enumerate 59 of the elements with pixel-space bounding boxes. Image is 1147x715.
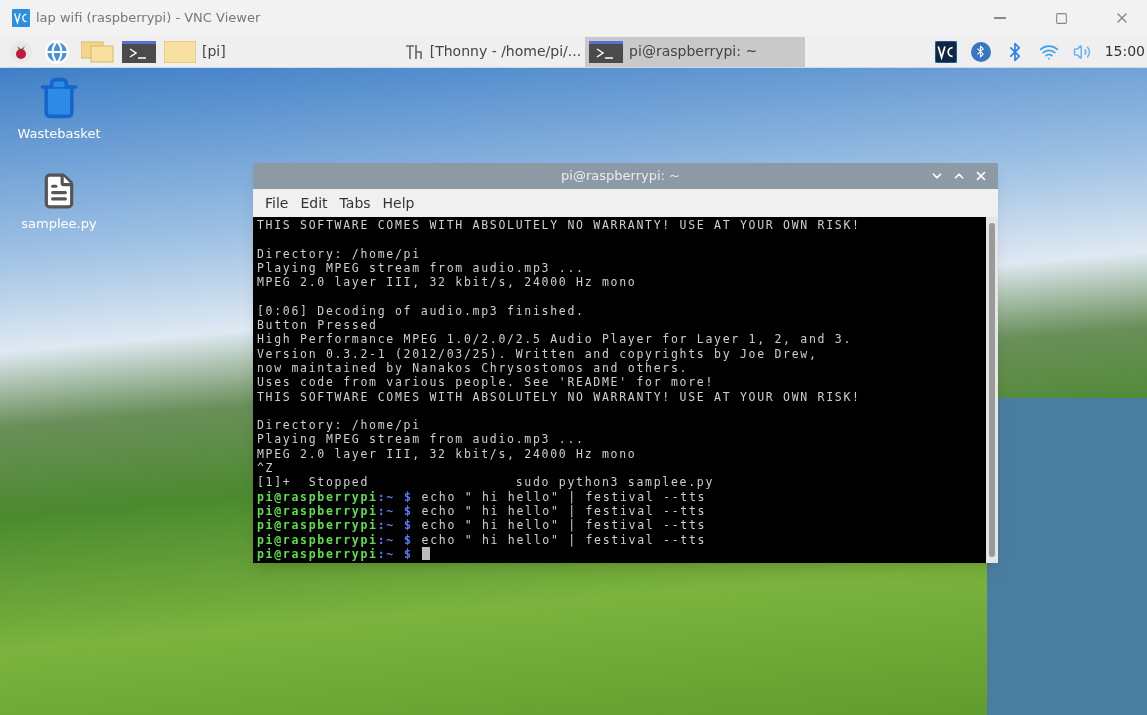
command-text: echo " hi hello" | festival --tts <box>421 489 707 504</box>
prompt-symbol: $ <box>404 532 413 547</box>
output-line: ^Z <box>257 461 275 476</box>
menu-item[interactable]: Help <box>378 192 419 214</box>
window-title: lap wifi (raspberrypi) - VNC Viewer <box>36 9 261 28</box>
menu-item[interactable]: Tabs <box>335 192 375 214</box>
prompt-path: :~ <box>377 532 395 547</box>
menu-item[interactable]: Edit <box>296 192 332 214</box>
text-cursor <box>421 546 430 560</box>
prompt-path: :~ <box>377 518 395 533</box>
output-line: Directory: /home/pi <box>257 418 421 433</box>
output-line: Uses code from various people. See 'README' for more! <box>257 375 715 390</box>
output-line: Directory: /home/pi <box>257 246 421 261</box>
prompt-path: :~ <box>377 546 395 562</box>
prompt-user: pi@raspberrypi <box>257 489 378 504</box>
output-line: now maintained by Nanakos Chrysostomos and others. <box>257 360 689 375</box>
output-line: THIS SOFTWARE COMES WITH ABSOLUTELY NO WARRANTY! USE AT YOUR OWN RISK! <box>257 389 861 404</box>
prompt-user: pi@raspberrypi <box>257 503 378 519</box>
output-line: [0:06] Decoding of audio.mp3 finished. <box>257 303 585 318</box>
output-line: MPEG 2.0 layer III, 32 kbit/s, 24000 Hz mono <box>257 275 637 290</box>
folder-icon <box>164 40 196 63</box>
raspberry-icon <box>9 39 33 64</box>
prompt-symbol: $ <box>404 489 413 504</box>
terminal-title: pi@raspberrypi: ~ <box>561 167 680 186</box>
output-line: [1]+ Stopped sudo python3 samplee.py <box>257 475 715 490</box>
prompt-user: pi@raspberrypi <box>257 532 378 547</box>
clock[interactable]: 15:00 <box>1104 41 1145 62</box>
menu-item[interactable]: File <box>261 192 293 214</box>
volume-icon[interactable] <box>1072 42 1091 61</box>
output-line: Playing MPEG stream from audio.mp3 ... <box>257 260 585 275</box>
maximize-icon <box>1054 11 1068 25</box>
prompt-path: :~ <box>377 489 395 504</box>
vnc-logo-icon <box>12 9 30 27</box>
prompt-user: pi@raspberrypi <box>257 518 378 533</box>
prompt-path: :~ <box>377 503 395 519</box>
command-text: echo " hi hello" | festival --tts <box>421 532 707 547</box>
command-text: echo " hi hello" | festival --tts <box>421 503 707 519</box>
task-button[interactable]: pi@raspberrypi: ~ <box>585 36 806 67</box>
thonny-icon <box>403 42 424 61</box>
command-text: echo " hi hello" | festival --tts <box>421 518 707 533</box>
prompt-symbol: $ <box>404 518 413 533</box>
output-line: THIS SOFTWARE COMES WITH ABSOLUTELY NO WARRANTY! USE AT YOUR OWN RISK! <box>257 218 861 232</box>
prompt-symbol: $ <box>404 503 413 519</box>
vnc-logo-icon <box>934 40 957 63</box>
output-line: Playing MPEG stream from audio.mp3 ... <box>257 432 585 447</box>
task-button[interactable]: [pi] <box>160 36 230 67</box>
prompt-user: pi@raspberrypi <box>257 546 378 562</box>
close-icon[interactable] <box>974 169 988 183</box>
terminal-icon <box>589 40 624 63</box>
output-line: Version 0.3.2-1 (2012/03/25). Written and copyrights by Joe Drew, <box>257 346 818 361</box>
output-line: Button Pressed <box>257 318 378 333</box>
task-button[interactable]: [Thonny - /home/pi/... <box>399 36 586 67</box>
output-line: High Performance MPEG 1.0/2.0/2.5 Audio Player for Layer 1, 2, and 3. <box>257 332 853 347</box>
output-line: MPEG 2.0 layer III, 32 kbit/s, 24000 Hz mono <box>257 446 637 461</box>
globe-icon <box>44 38 70 65</box>
terminal-icon <box>122 40 156 63</box>
folders-icon <box>81 40 115 63</box>
minimize-icon <box>994 17 1006 19</box>
prompt-symbol: $ <box>404 546 413 562</box>
